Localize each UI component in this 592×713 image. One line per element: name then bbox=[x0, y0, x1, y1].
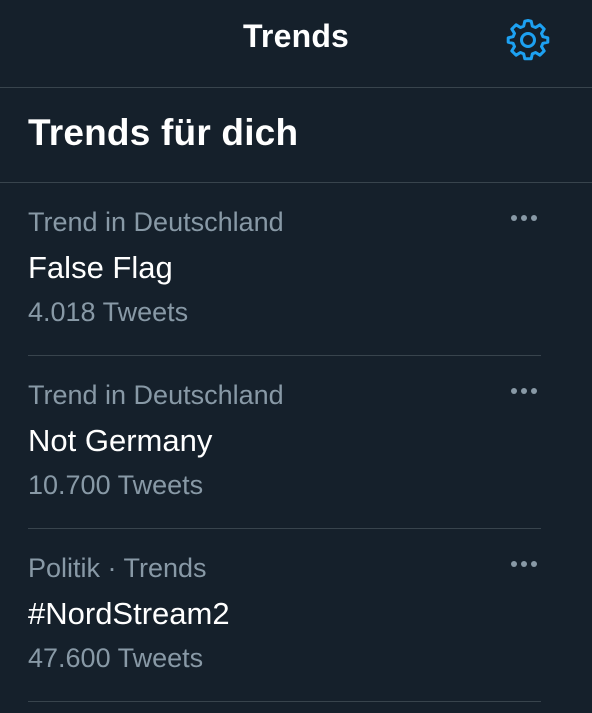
trend-item[interactable]: Trend in Deutschland Not Germany 10.700 … bbox=[0, 356, 592, 529]
trend-divider bbox=[28, 701, 541, 702]
more-options-icon[interactable] bbox=[503, 378, 545, 404]
trend-tweet-count: 10.700 Tweets bbox=[28, 470, 204, 500]
top-bar: Trends bbox=[0, 0, 592, 88]
trend-name[interactable]: #NordStream2 bbox=[28, 596, 230, 632]
more-options-icon[interactable] bbox=[503, 551, 545, 577]
trend-tweet-count: 4.018 Tweets bbox=[28, 297, 189, 327]
trend-context: Trend in Deutschland bbox=[28, 207, 284, 237]
trend-context: Politik · Trends bbox=[28, 553, 207, 583]
trend-tweet-count: 47.600 Tweets bbox=[28, 643, 204, 673]
trend-item[interactable]: Politik · Trends #NordStream2 47.600 Twe… bbox=[0, 529, 592, 702]
trend-item[interactable]: Trend in Deutschland False Flag 4.018 Tw… bbox=[0, 183, 592, 356]
trend-name[interactable]: False Flag bbox=[28, 250, 173, 286]
gear-icon[interactable] bbox=[504, 16, 552, 64]
trend-name[interactable]: Not Germany bbox=[28, 423, 212, 459]
section-title: Trends für dich bbox=[28, 112, 299, 153]
trend-context: Trend in Deutschland bbox=[28, 380, 284, 410]
more-options-icon[interactable] bbox=[503, 205, 545, 231]
